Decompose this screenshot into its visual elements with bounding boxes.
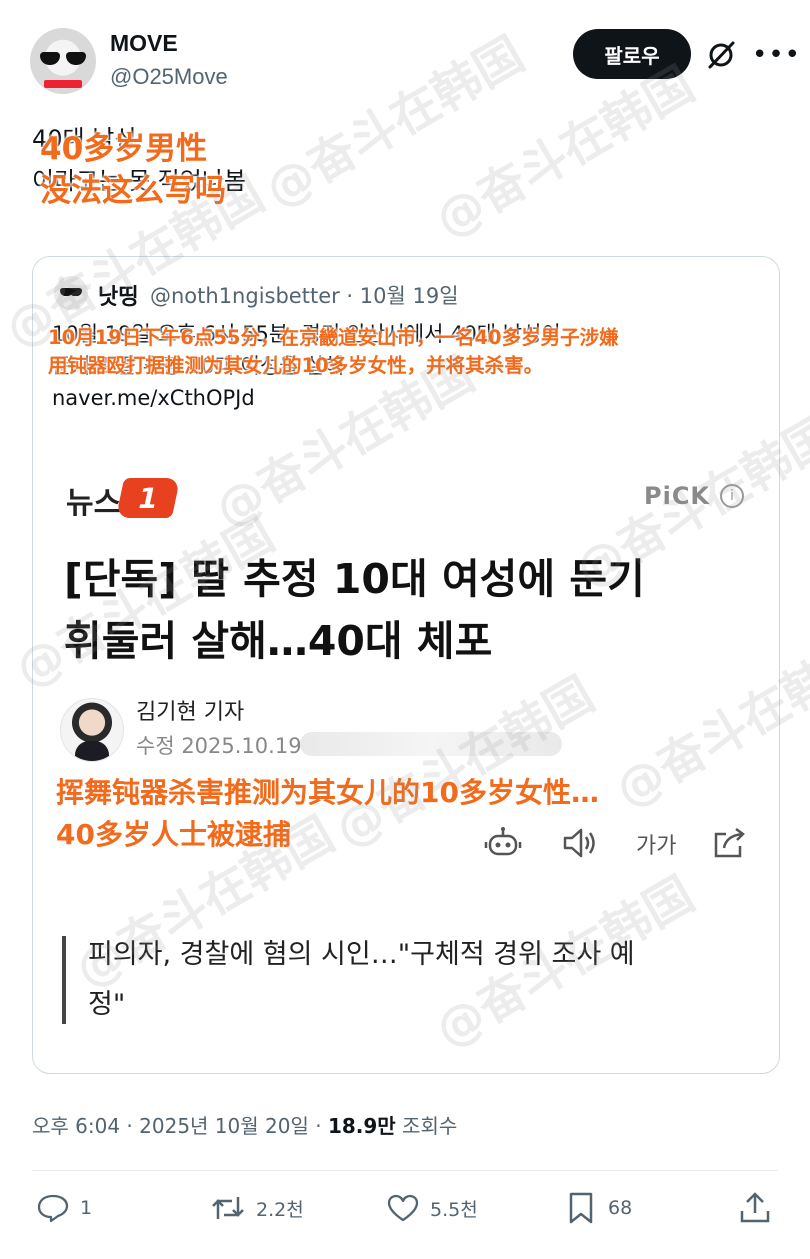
article-headline: [단독] 딸 추정 10대 여성에 둔기 휘둘러 살해…40대 체포 xyxy=(64,548,744,672)
more-icon[interactable]: ••• xyxy=(752,42,801,68)
quoted-caption-line-1: 10月19日下午6点55分，在京畿道安山市，一名40多岁男子涉嫌 xyxy=(48,326,619,349)
author-avatar[interactable] xyxy=(30,28,96,94)
reporter-name: 김기현 기자 xyxy=(136,700,245,725)
subhead-line-2: 정" xyxy=(88,989,126,1020)
share-button[interactable] xyxy=(738,1188,782,1228)
subhead-line-1: 피의자, 경찰에 혐의 시인…"구체적 경위 조사 예 xyxy=(88,939,635,970)
divider xyxy=(32,1170,778,1171)
upload-icon xyxy=(740,1192,770,1223)
speaker-icon xyxy=(563,828,595,858)
retweet-button[interactable]: 2.2천 xyxy=(210,1188,304,1228)
post-timestamp[interactable]: 오후 6:04 · 2025년 10월 20일 · xyxy=(32,1114,328,1138)
quoted-author-avatar[interactable] xyxy=(54,276,88,310)
reply-count: 1 xyxy=(80,1197,93,1219)
like-button[interactable]: 5.5천 xyxy=(386,1188,478,1228)
retweet-count: 2.2천 xyxy=(256,1198,304,1221)
caption-line-2: 没法这么写吗 xyxy=(40,173,226,209)
blurred-region xyxy=(300,732,562,756)
reply-button[interactable]: 1 xyxy=(36,1188,92,1228)
retweet-icon xyxy=(212,1197,244,1219)
avatar-label-graphic xyxy=(44,80,82,88)
robot-icon xyxy=(484,827,522,856)
article-subhead: 피의자, 경찰에 혐의 시인…"구체적 경위 조사 예 정" xyxy=(88,930,748,1030)
share-icon xyxy=(714,827,745,858)
reporter-avatar xyxy=(60,698,124,762)
bookmark-button[interactable]: 68 xyxy=(564,1188,632,1228)
subhead-bar xyxy=(62,936,66,1024)
author-name[interactable]: MOVE xyxy=(110,30,178,57)
reply-icon xyxy=(37,1194,69,1223)
headline-line-2: 휘둘러 살해…40대 체포 xyxy=(64,617,493,665)
font-size-icon: 가가 xyxy=(636,834,677,859)
bookmark-icon xyxy=(569,1192,593,1224)
headline-line-1: [단독] 딸 추정 10대 여성에 둔기 xyxy=(64,555,645,603)
quoted-author-name[interactable]: 낫띵 xyxy=(98,279,138,311)
news-logo-mark: 1 xyxy=(115,478,181,518)
info-icon: i xyxy=(720,484,744,508)
caption-line-1: 40多岁男性 xyxy=(40,131,208,167)
pick-badge: PiCK xyxy=(644,482,711,510)
author-handle[interactable]: @O25Move xyxy=(110,64,228,90)
news-logo-text: 뉴스 xyxy=(66,486,122,521)
grok-icon[interactable] xyxy=(706,40,736,70)
bookmark-count: 68 xyxy=(608,1197,633,1219)
sunglasses-graphic xyxy=(40,52,86,66)
post-meta: 오후 6:04 · 2025년 10월 20일 · 18.9만 조회수 xyxy=(32,1110,457,1139)
article-updated-date: 수정 2025.10.19 xyxy=(136,734,302,758)
view-label: 조회수 xyxy=(395,1114,458,1138)
quoted-post-link[interactable]: naver.me/xCthOPJd xyxy=(52,386,255,410)
article-caption-line-1: 挥舞钝器杀害推测为其女儿的10多岁女性… xyxy=(56,776,599,809)
quoted-caption-line-2: 用钝器殴打据推测为其女儿的10多岁女性，并将其杀害。 xyxy=(48,354,544,377)
view-count: 18.9만 xyxy=(327,1114,396,1138)
post-translation-caption: 40多岁男性 没法这么写吗 xyxy=(40,128,226,212)
quoted-translation-caption: 10月19日下午6点55分，在京畿道安山市，一名40多岁男子涉嫌 用钝器殴打据推… xyxy=(48,324,619,380)
follow-button[interactable]: 팔로우 xyxy=(573,29,691,79)
like-count: 5.5천 xyxy=(430,1198,478,1221)
quoted-author-meta: @noth1ngisbetter · 10월 19일 xyxy=(150,284,459,308)
heart-icon xyxy=(387,1194,419,1222)
